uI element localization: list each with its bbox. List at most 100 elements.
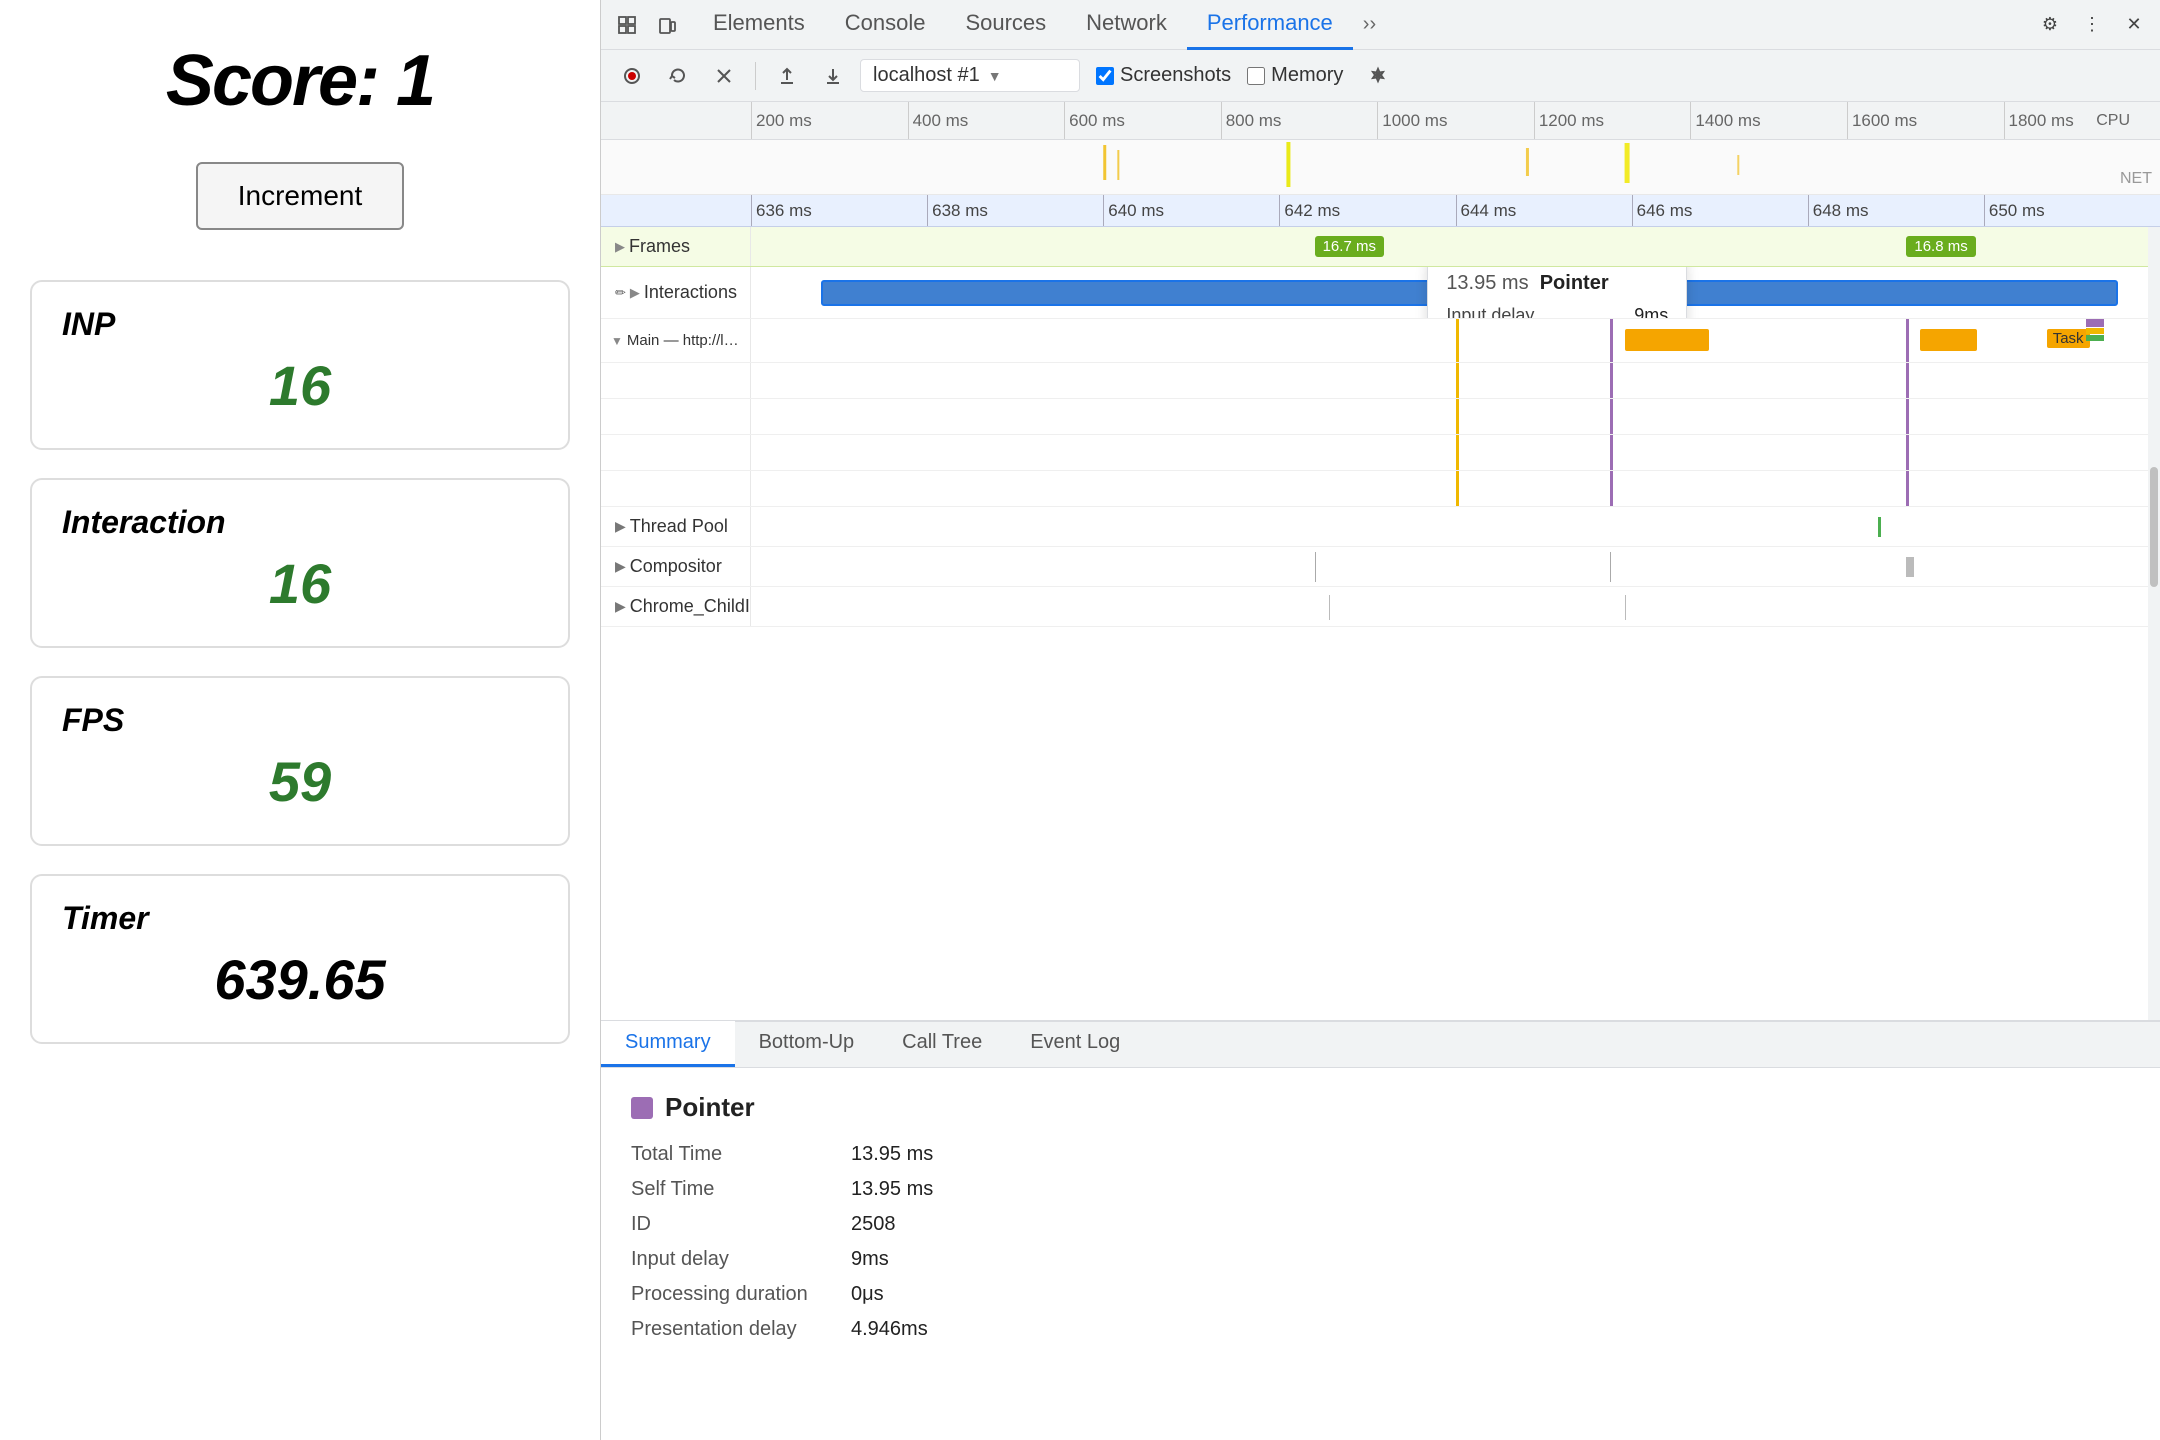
summary-total-time-label: Total Time [631,1143,851,1166]
chrome-childio-track: ▶ Chrome_ChildIOThread [601,587,2160,627]
purple-marker-9 [1610,471,1613,506]
compositor-marker-1 [1315,552,1316,582]
frame-badge-2: 16.8 ms [1906,236,1975,257]
tab-summary[interactable]: Summary [601,1021,735,1067]
increment-button[interactable]: Increment [196,162,405,230]
close-icon[interactable]: ✕ [2116,7,2152,43]
tab-console[interactable]: Console [825,0,946,50]
yellow-marker-4 [1456,435,1459,470]
summary-input-delay-label: Input delay [631,1248,851,1271]
device-toolbar-button[interactable] [649,7,685,43]
frames-track: ▶ Frames 16.7 ms 16.8 ms [601,227,2160,267]
metric-label-fps: FPS [62,702,538,739]
thread-pool-label[interactable]: ▶ Thread Pool [601,507,751,546]
purple-marker-2 [1906,319,1909,362]
interaction-bar-selected[interactable] [821,280,2117,306]
metric-value-fps: 59 [62,749,538,814]
pointer-color-box [631,1097,653,1119]
frames-content: 16.7 ms 16.8 ms [751,227,2160,266]
metric-label-interaction: Interaction [62,504,538,541]
devtools-right-controls: ⚙ ⋮ ✕ [2032,7,2152,43]
reload-record-button[interactable] [659,57,697,95]
metric-value-timer: 639.65 [62,947,538,1012]
task-bar-2[interactable] [1920,329,1976,351]
main-thread-row-4-content [751,435,2160,470]
compositor-content [751,547,2160,586]
summary-processing-val: 0μs [851,1283,2130,1306]
screenshots-checkbox[interactable]: Screenshots [1096,64,1231,87]
detail-638ms: 638 ms [927,195,1103,227]
ruler-label-400ms: 400 ms [908,102,1065,140]
overview-ruler: 200 ms 400 ms 600 ms 800 ms 1000 ms 1200… [601,102,2160,140]
ruler-labels: 200 ms 400 ms 600 ms 800 ms 1000 ms 1200… [751,102,2160,140]
ruler-label-1000ms: 1000 ms [1377,102,1534,140]
tab-performance[interactable]: Performance [1187,0,1353,50]
main-thread-row-3 [601,399,2160,435]
metric-card-fps: FPS 59 [30,676,570,846]
main-thread-row-5-label [601,471,751,506]
summary-id-label: ID [631,1213,851,1236]
chrome-childio-label[interactable]: ▶ Chrome_ChildIOThread [601,587,751,626]
tab-event-log[interactable]: Event Log [1006,1021,1144,1067]
task-bar-1[interactable] [1625,329,1710,351]
interactions-track: ✏ ▶ Interactions 13.95 ms Pointer Input … [601,267,2160,319]
perf-options: Screenshots Memory [1096,57,1397,95]
thread-pool-label-text: Thread Pool [630,516,728,537]
perf-settings-icon[interactable] [1359,57,1397,95]
summary-id-val: 2508 [851,1213,2130,1236]
devtools-tabbar: Elements Console Sources Network Perform… [601,0,2160,50]
clear-button[interactable] [705,57,743,95]
compositor-arrow: ▶ [615,558,626,575]
interactions-label[interactable]: ✏ ▶ Interactions [601,267,751,319]
interactions-content: 13.95 ms Pointer Input delay 9ms Process… [751,267,2160,319]
summary-presentation-val: 4.946ms [851,1318,2130,1341]
purple-marker-4 [1906,363,1909,398]
memory-checkbox[interactable]: Memory [1247,64,1343,87]
settings-icon[interactable]: ⚙ [2032,7,2068,43]
compositor-label[interactable]: ▶ Compositor [601,547,751,586]
net-label: NET [2120,170,2152,188]
tab-elements[interactable]: Elements [693,0,825,50]
more-options-icon[interactable]: ⋮ [2074,7,2110,43]
cpu-right-label: CPU [2096,112,2130,130]
summary-table: Total Time 13.95 ms Self Time 13.95 ms I… [631,1143,2130,1341]
metric-card-inp: INP 16 [30,280,570,450]
tab-network[interactable]: Network [1066,0,1187,50]
scrollbar-thumb[interactable] [2150,467,2158,587]
tooltip-input-delay-label: Input delay [1446,305,1534,320]
tab-bottom-up[interactable]: Bottom-Up [735,1021,879,1067]
ruler-label-600ms: 600 ms [1064,102,1221,140]
thread-pool-content [751,507,2160,546]
record-button[interactable] [613,57,651,95]
detail-642ms: 642 ms [1279,195,1455,227]
summary-self-time-val: 13.95 ms [851,1178,2130,1201]
more-tabs-button[interactable]: ›› [1353,13,1386,36]
url-label: localhost #1 [873,64,980,87]
task-label: Task [2047,329,2090,348]
childio-marker-1 [1329,595,1330,620]
main-thread-row-2-content [751,363,2160,398]
tab-call-tree[interactable]: Call Tree [878,1021,1006,1067]
download-button[interactable] [814,57,852,95]
frames-label[interactable]: ▶ Frames [601,227,751,266]
devtools-scrollbar[interactable] [2148,227,2160,1020]
interactions-label-text: Interactions [644,282,737,303]
cpu-net-overview: NET [601,140,2160,195]
ruler-label-1400ms: 1400 ms [1690,102,1847,140]
frames-label-text: Frames [629,236,690,257]
score-label: Score: [166,41,378,121]
bottom-content: Pointer Total Time 13.95 ms Self Time 13… [601,1068,2160,1440]
ruler-label-1200ms: 1200 ms [1534,102,1691,140]
frame-badge-1: 16.7 ms [1315,236,1384,257]
yellow-marker-3 [1456,399,1459,434]
purple-marker-3 [1610,363,1613,398]
detail-640ms: 640 ms [1103,195,1279,227]
url-selector[interactable]: localhost #1 ▼ [860,59,1080,92]
ruler-label-200ms: 200 ms [751,102,908,140]
main-thread-row-5 [601,471,2160,507]
tab-sources[interactable]: Sources [945,0,1066,50]
main-thread-row-2-label [601,363,751,398]
tooltip-input-delay-val: 9ms [1634,305,1668,320]
inspect-button[interactable] [609,7,645,43]
upload-button[interactable] [768,57,806,95]
